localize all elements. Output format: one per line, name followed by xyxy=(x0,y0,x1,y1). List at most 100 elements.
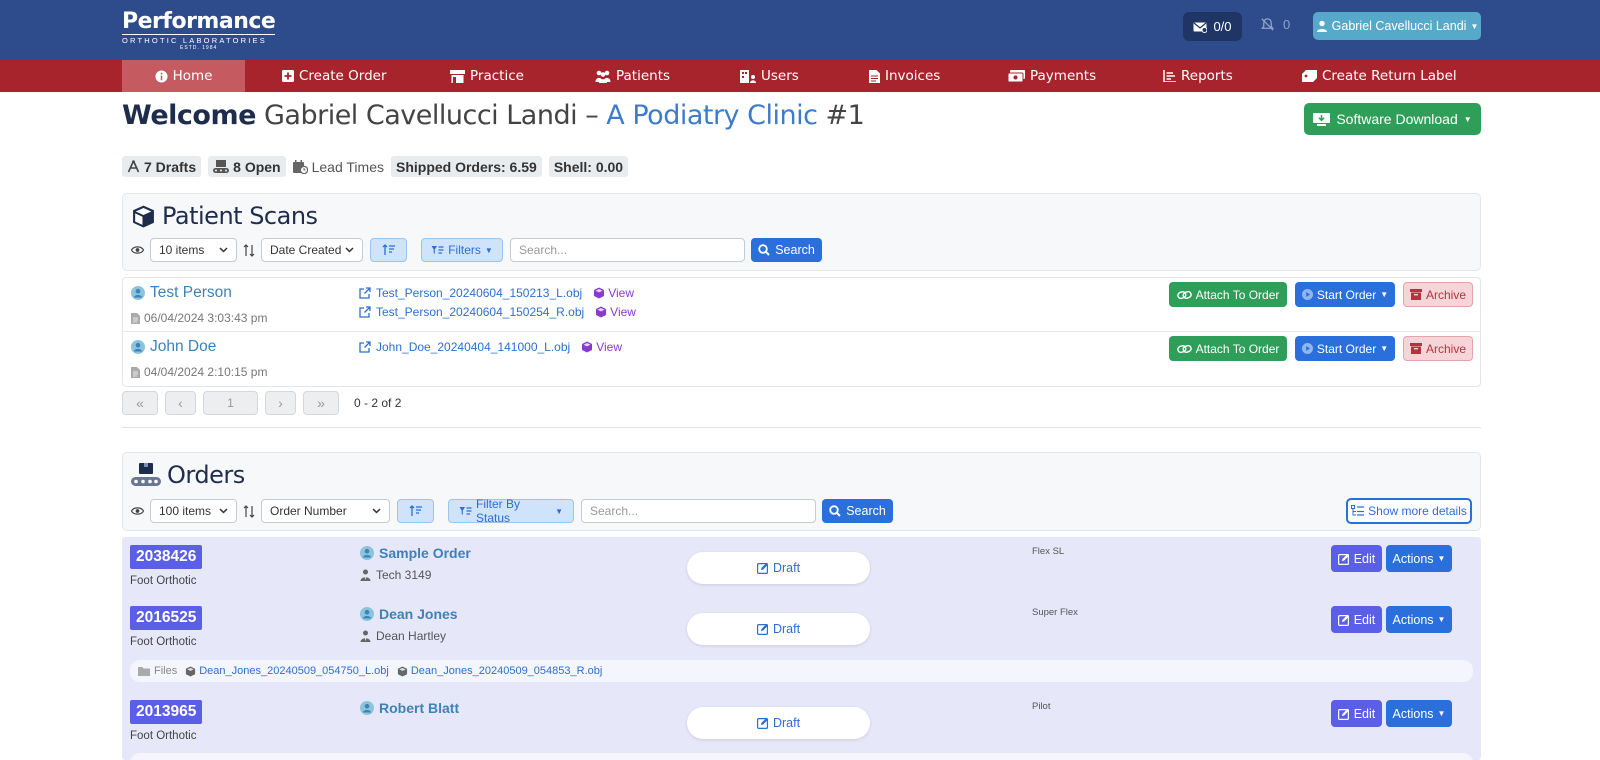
scans-search-input[interactable]: Search... xyxy=(510,238,745,262)
attach-label: Attach To Order xyxy=(1195,287,1280,302)
view-3d-link[interactable]: View xyxy=(595,305,636,319)
order-practitioner: Tech 3149 xyxy=(360,568,431,582)
nav-payments[interactable]: Payments xyxy=(1008,60,1096,92)
orders-items-select[interactable]: 100 items xyxy=(150,499,237,523)
messages-button[interactable]: 0/0 xyxy=(1183,12,1242,41)
box-icon xyxy=(131,204,156,229)
order-number-badge[interactable]: 2016525 xyxy=(130,606,203,630)
orders-search-input[interactable]: Search... xyxy=(581,499,816,523)
drafts-count-badge[interactable]: 7 Drafts xyxy=(122,156,202,177)
attach-to-order-button[interactable]: Attach To Order xyxy=(1169,336,1287,361)
order-edit-button[interactable]: Edit xyxy=(1331,545,1382,572)
order-status-button[interactable]: Draft xyxy=(687,707,870,739)
order-actions-button[interactable]: Actions ▼ xyxy=(1386,606,1452,633)
double-chevron-left-icon: « xyxy=(136,395,144,411)
order-status-button[interactable]: Draft xyxy=(687,613,870,645)
scan-file-link[interactable]: Test_Person_20240604_150254_R.obj xyxy=(376,305,584,319)
nav-reports-label: Reports xyxy=(1181,68,1233,84)
scans-items-select[interactable]: 10 items xyxy=(150,238,237,262)
orders-sort-direction-button[interactable] xyxy=(397,499,434,523)
archive-button[interactable]: Archive xyxy=(1403,282,1473,307)
files-label-text: Files xyxy=(154,665,178,677)
order-patient-link[interactable]: Robert Blatt xyxy=(360,700,459,716)
first-page-button[interactable]: « xyxy=(122,391,158,415)
top-header: Performance ORTHOTIC LABORATORIES ESTD. … xyxy=(0,0,1600,60)
caret-down-icon: ▼ xyxy=(1380,290,1389,299)
edit-icon xyxy=(756,623,769,635)
nav-create-return-label[interactable]: Create Return Label xyxy=(1302,60,1457,92)
scan-file-link[interactable]: Test_Person_20240604_150213_L.obj xyxy=(376,286,582,300)
archive-button[interactable]: Archive xyxy=(1403,336,1473,361)
orders-search-button[interactable]: Search xyxy=(822,499,893,523)
welcome-clinic-name[interactable]: A Podiatry Clinic xyxy=(606,100,818,131)
caret-down-icon: ▼ xyxy=(1463,114,1472,124)
orders-toolbar: 100 items Order Number Filter By Status … xyxy=(131,497,893,525)
scans-pagination: « ‹ 1 › » 0 - 2 of 2 xyxy=(122,391,401,415)
scans-sort-select[interactable]: Date Created xyxy=(261,238,363,262)
nav-practice[interactable]: Practice xyxy=(450,60,524,92)
sort-arrows-icon xyxy=(243,504,255,518)
order-file-link[interactable]: Dean_Jones_20240509_054853_R.obj xyxy=(397,665,602,677)
prev-page-button[interactable]: ‹ xyxy=(165,391,196,415)
caret-down-icon: ▼ xyxy=(1437,709,1446,718)
nav-create-order[interactable]: Create Order xyxy=(282,60,387,92)
order-patient-link[interactable]: Sample Order xyxy=(360,545,471,561)
scans-filters-button[interactable]: Filters ▼ xyxy=(421,238,503,262)
edit-label: Edit xyxy=(1353,706,1376,721)
nav-users-label: Users xyxy=(761,68,799,84)
order-row: 2016525 Foot Orthotic Dean Jones Dean Ha… xyxy=(122,598,1481,658)
calendar-clock-icon xyxy=(292,159,308,174)
orders-filter-status-button[interactable]: Filter By Status ▼ xyxy=(448,497,574,525)
open-count: 8 Open xyxy=(233,158,281,175)
info-icon xyxy=(155,69,168,83)
cube-icon xyxy=(581,341,593,353)
scans-search-button[interactable]: Search xyxy=(751,238,822,262)
nav-invoices[interactable]: Invoices xyxy=(869,60,940,92)
start-order-label: Start Order xyxy=(1316,341,1377,356)
attach-to-order-button[interactable]: Attach To Order xyxy=(1169,282,1287,307)
user-menu-button[interactable]: Gabriel Cavellucci Landi ▼ xyxy=(1313,12,1481,40)
page-number-input[interactable]: 1 xyxy=(203,391,258,415)
order-actions-button[interactable]: Actions ▼ xyxy=(1386,545,1452,572)
start-order-button[interactable]: Start Order ▼ xyxy=(1295,282,1395,307)
scans-sort-direction-button[interactable] xyxy=(370,238,407,262)
order-file-name: Dean_Jones_20240509_054853_R.obj xyxy=(410,665,603,677)
nav-home[interactable]: Home xyxy=(122,60,245,92)
nav-reports[interactable]: Reports xyxy=(1163,60,1233,92)
download-icon xyxy=(1313,112,1331,126)
scan-patient-link[interactable]: John Doe xyxy=(131,338,216,356)
last-page-button[interactable]: » xyxy=(303,391,339,415)
compass-icon xyxy=(127,160,140,173)
order-number-badge[interactable]: 2038426 xyxy=(130,545,203,569)
company-logo[interactable]: Performance ORTHOTIC LABORATORIES ESTD. … xyxy=(122,10,276,51)
order-status-button[interactable]: Draft xyxy=(687,552,870,584)
patient-scans-title-text: Patient Scans xyxy=(162,202,318,230)
scan-file-link[interactable]: John_Doe_20240404_141000_L.obj xyxy=(376,340,570,354)
scans-items-value: 10 items xyxy=(159,243,205,257)
bell-slash-icon xyxy=(1260,17,1275,32)
nav-users[interactable]: Users xyxy=(740,60,799,92)
software-download-button[interactable]: Software Download ▼ xyxy=(1304,103,1481,135)
open-count-badge[interactable]: 8 Open xyxy=(208,156,286,177)
lead-times-link[interactable]: Lead Times xyxy=(292,159,384,175)
order-file-link[interactable]: Dean_Jones_20240509_054750_L.obj xyxy=(185,665,389,677)
order-edit-button[interactable]: Edit xyxy=(1331,606,1382,633)
users-building-icon xyxy=(740,69,756,83)
next-page-button[interactable]: › xyxy=(265,391,296,415)
nav-patients[interactable]: Patients xyxy=(595,60,670,92)
view-3d-link[interactable]: View xyxy=(581,340,622,354)
order-patient-link[interactable]: Dean Jones xyxy=(360,606,458,622)
start-order-button[interactable]: Start Order ▼ xyxy=(1295,336,1395,361)
show-more-details-button[interactable]: Show more details xyxy=(1346,498,1472,524)
notifications-button[interactable]: 0 xyxy=(1260,17,1290,32)
order-edit-button[interactable]: Edit xyxy=(1331,700,1382,727)
orders-sort-select[interactable]: Order Number xyxy=(261,499,390,523)
view-3d-link[interactable]: View xyxy=(593,286,634,300)
eye-icon xyxy=(131,506,144,516)
actions-label: Actions xyxy=(1392,612,1434,627)
scan-patient-link[interactable]: Test Person xyxy=(131,284,232,302)
view-label: View xyxy=(608,285,634,300)
chevron-right-icon: › xyxy=(278,395,283,411)
order-actions-button[interactable]: Actions ▼ xyxy=(1386,700,1452,727)
order-number-badge[interactable]: 2013965 xyxy=(130,700,203,724)
